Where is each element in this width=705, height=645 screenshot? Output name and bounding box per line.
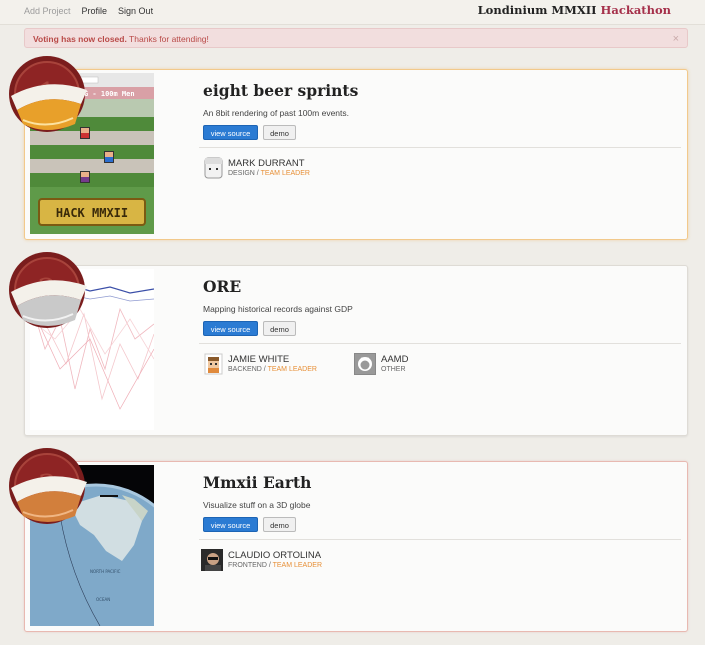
project-description: An 8bit rendering of past 100m events.: [203, 108, 350, 118]
top-bar: Add Project Profile Sign Out Londinium M…: [0, 0, 705, 25]
member-name[interactable]: AAMD: [381, 354, 408, 365]
github-octocat-avatar[interactable]: [354, 353, 376, 375]
divider: [199, 343, 681, 344]
svg-text:OCEAN: OCEAN: [96, 597, 110, 602]
brand-title[interactable]: Londinium MMXII Hackathon: [478, 3, 671, 17]
team-member: JAMIE WHITE BACKEND / TEAM LEADER: [204, 353, 354, 377]
voting-closed-alert: Voting has now closed. Thanks for attend…: [24, 28, 688, 48]
gold-medal-icon: 1: [7, 54, 91, 138]
project-title[interactable]: Mmxii Earth: [203, 473, 311, 492]
brand-accent: Hackathon: [600, 3, 671, 17]
view-source-button[interactable]: view source: [203, 321, 258, 336]
project-title[interactable]: ORE: [203, 277, 241, 296]
project-title[interactable]: eight beer sprints: [203, 81, 358, 100]
member-role: OTHER: [381, 366, 406, 373]
member-name[interactable]: MARK DURRANT: [228, 158, 305, 169]
team-member: AAMD OTHER: [354, 353, 474, 377]
view-source-button[interactable]: view source: [203, 125, 258, 140]
team-member: MARK DURRANT DESIGN / TEAM LEADER: [204, 157, 364, 181]
top-nav: Add Project Profile Sign Out: [24, 6, 153, 16]
pixel-face-avatar[interactable]: [204, 157, 223, 179]
project-description: Visualize stuff on a 3D globe: [203, 500, 311, 510]
demo-button[interactable]: demo: [263, 517, 296, 532]
alert-strong-text: Voting has now closed.: [33, 34, 127, 44]
brand-name: Londinium MMXII: [477, 3, 597, 17]
demo-button[interactable]: demo: [263, 125, 296, 140]
member-role: DESIGN / TEAM LEADER: [228, 170, 310, 177]
project-card-1: G - 100m Men HACK MMXII 1 eight beer spr…: [9, 56, 688, 240]
team-leader-label: TEAM LEADER: [272, 562, 323, 569]
member-name[interactable]: CLAUDIO ORTOLINA: [228, 550, 321, 561]
svg-text:NORTH PACIFIC: NORTH PACIFIC: [90, 569, 121, 574]
member-role: FRONTEND / TEAM LEADER: [228, 562, 323, 569]
thumb-header: G - 100m Men: [84, 90, 135, 98]
profile-link[interactable]: Profile: [82, 6, 108, 16]
alert-close-button[interactable]: ×: [673, 29, 679, 49]
project-card-2: 2 ORE Mapping historical records against…: [9, 252, 688, 436]
divider: [199, 147, 681, 148]
demo-button[interactable]: demo: [263, 321, 296, 336]
add-project-link[interactable]: Add Project: [24, 6, 71, 16]
silver-medal-icon: 2: [7, 250, 91, 334]
divider: [199, 539, 681, 540]
alert-text: Thanks for attending!: [129, 34, 209, 44]
project-card-3: NORTH PACIFIC OCEAN 3 Mmxii Earth Visual…: [9, 448, 688, 632]
view-source-button[interactable]: view source: [203, 517, 258, 532]
member-role: BACKEND / TEAM LEADER: [228, 366, 317, 373]
photo-avatar[interactable]: [201, 549, 223, 571]
thumb-banner: HACK MMXII: [56, 206, 128, 220]
team-leader-label: TEAM LEADER: [260, 170, 310, 177]
member-name[interactable]: JAMIE WHITE: [228, 354, 289, 365]
bronze-medal-icon: 3: [7, 446, 91, 530]
team-leader-label: TEAM LEADER: [267, 366, 317, 373]
pixel-person-avatar[interactable]: [204, 353, 223, 375]
project-description: Mapping historical records against GDP: [203, 304, 353, 314]
sign-out-link[interactable]: Sign Out: [118, 6, 153, 16]
team-member: CLAUDIO ORTOLINA FRONTEND / TEAM LEADER: [201, 549, 371, 573]
